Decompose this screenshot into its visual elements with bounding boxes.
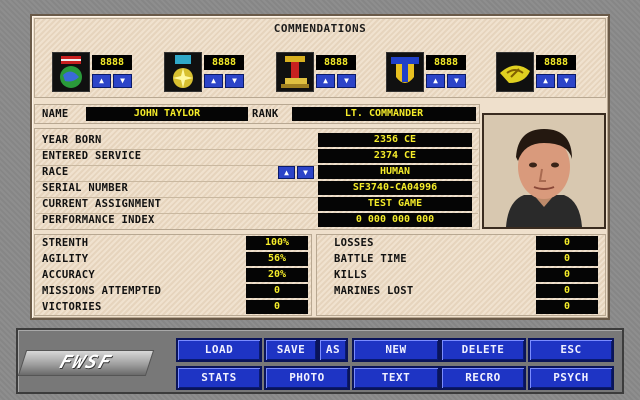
arrow-down-icon[interactable]: ▼ [225, 74, 244, 88]
medal-slot-2: 8888 ▲ ▼ [164, 52, 248, 92]
wing-medal-icon[interactable] [496, 52, 534, 92]
performance-index-label: PERFORMANCE INDEX [42, 214, 155, 226]
arrow-up-icon[interactable]: ▲ [316, 74, 335, 88]
text-button[interactable]: TEXT [352, 366, 440, 390]
arrow-up-icon[interactable]: ▲ [278, 166, 295, 179]
rank-value[interactable]: LT. COMMANDER [292, 107, 476, 121]
pilot-portrait[interactable] [482, 113, 606, 229]
medal-arrows-2: ▲ ▼ [204, 74, 244, 88]
current-assignment-value: TEST GAME [318, 197, 472, 211]
commendations-title: COMMENDATIONS [273, 22, 367, 35]
medal-count-1: 8888 [92, 55, 132, 70]
stat-label-missions: MISSIONS ATTEMPTED [42, 285, 162, 297]
new-button[interactable]: NEW [352, 338, 440, 362]
stat-value-victories: 0 [246, 300, 308, 314]
stat-value-losses: 0 [536, 236, 598, 250]
entered-service-value: 2374 CE [318, 149, 472, 163]
fwsf-logo: FWSF [17, 350, 155, 376]
arrow-down-icon[interactable]: ▼ [297, 166, 314, 179]
shield-medal-icon[interactable] [386, 52, 424, 92]
photo-button[interactable]: PHOTO [264, 366, 350, 390]
medal-count-3: 8888 [316, 55, 356, 70]
medal-slot-1: 8888 ▲ ▼ [52, 52, 136, 92]
stat-value-kills: 0 [536, 268, 598, 282]
globe-medal-icon[interactable] [52, 52, 90, 92]
save-as-button[interactable]: AS [318, 338, 348, 362]
stat-label-strength: STRENTH [42, 237, 89, 249]
medal-slot-3: 8888 ▲ ▼ [276, 52, 360, 92]
stat-value-extra: 0 [536, 300, 598, 314]
performance-index-value: 0 000 000 000 [318, 213, 472, 227]
stat-label-marines-lost: MARINES LOST [334, 285, 414, 297]
arrow-up-icon[interactable]: ▲ [426, 74, 445, 88]
stat-label-victories: VICTORIES [42, 301, 102, 313]
arrow-up-icon[interactable]: ▲ [536, 74, 555, 88]
rank-label: RANK [252, 108, 279, 120]
medal-arrows-1: ▲ ▼ [92, 74, 132, 88]
stat-value-missions: 0 [246, 284, 308, 298]
race-label: RACE [42, 166, 69, 178]
esc-button[interactable]: ESC [528, 338, 614, 362]
psych-button[interactable]: PSYCH [528, 366, 614, 390]
stat-value-battle-time: 0 [536, 252, 598, 266]
name-value[interactable]: JOHN TAYLOR [86, 107, 248, 121]
delete-button[interactable]: DELETE [440, 338, 526, 362]
stat-label-accuracy: ACCURACY [42, 269, 95, 281]
medal-arrows-5: ▲ ▼ [536, 74, 576, 88]
arrow-up-icon[interactable]: ▲ [204, 74, 223, 88]
medal-arrows-4: ▲ ▼ [426, 74, 466, 88]
medal-slot-4: 8888 ▲ ▼ [386, 52, 470, 92]
year-born-value: 2356 CE [318, 133, 472, 147]
stat-label-kills: KILLS [334, 269, 368, 281]
stat-value-strength: 100% [246, 236, 308, 250]
arrow-down-icon[interactable]: ▼ [337, 74, 356, 88]
load-button[interactable]: LOAD [176, 338, 262, 362]
arrow-down-icon[interactable]: ▼ [447, 74, 466, 88]
recro-button[interactable]: RECRO [440, 366, 526, 390]
name-label: NAME [42, 108, 69, 120]
medal-count-4: 8888 [426, 55, 466, 70]
stat-label-agility: AGILITY [42, 253, 89, 265]
medal-count-5: 8888 [536, 55, 576, 70]
stat-value-agility: 56% [246, 252, 308, 266]
serial-number-value: SF3740-CA04996 [318, 181, 472, 195]
stat-value-marines-lost: 0 [536, 284, 598, 298]
arrow-up-icon[interactable]: ▲ [92, 74, 111, 88]
entered-service-label: ENTERED SERVICE [42, 150, 142, 162]
medal-arrows-3: ▲ ▼ [316, 74, 356, 88]
race-value[interactable]: HUMAN [318, 165, 472, 179]
stats-button[interactable]: STATS [176, 366, 262, 390]
medal-count-2: 8888 [204, 55, 244, 70]
arrow-down-icon[interactable]: ▼ [557, 74, 576, 88]
race-arrows: ▲ ▼ [278, 166, 314, 179]
stat-label-losses: LOSSES [334, 237, 374, 249]
serial-number-label: SERIAL NUMBER [42, 182, 129, 194]
current-assignment-label: CURRENT ASSIGNMENT [42, 198, 162, 210]
year-born-label: YEAR BORN [42, 134, 102, 146]
medal-slot-5: 8888 ▲ ▼ [496, 52, 580, 92]
stat-label-battle-time: BATTLE TIME [334, 253, 407, 265]
star-medal-icon[interactable] [164, 52, 202, 92]
save-button[interactable]: SAVE [264, 338, 318, 362]
stat-value-accuracy: 20% [246, 268, 308, 282]
ribbon-medal-icon[interactable] [276, 52, 314, 92]
arrow-down-icon[interactable]: ▼ [113, 74, 132, 88]
